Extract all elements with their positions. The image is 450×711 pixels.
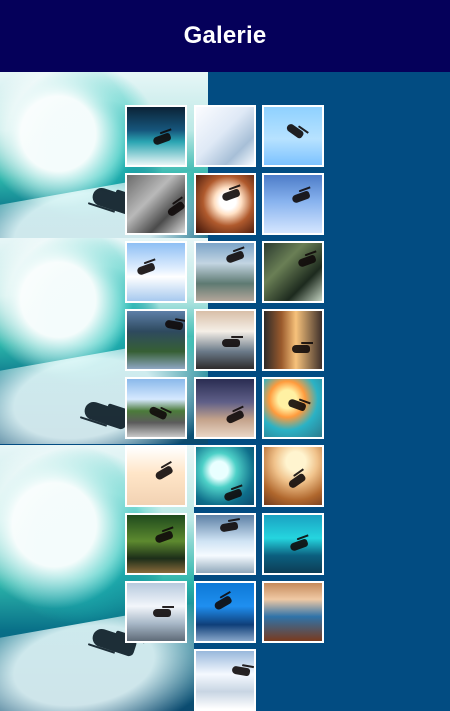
person-icon [221, 188, 241, 202]
gallery-thumbnail[interactable] [125, 513, 187, 575]
page-title: Galerie [183, 22, 267, 49]
app: Galerie [0, 0, 450, 711]
thumbnail-image [127, 379, 185, 437]
gallery-thumbnail[interactable] [194, 445, 256, 507]
gallery-thumbnail[interactable] [262, 377, 324, 439]
thumbnail-image [264, 175, 322, 233]
gallery-thumbnail[interactable] [194, 377, 256, 439]
person-icon [166, 200, 185, 218]
thumbnail-image [127, 515, 185, 573]
person-icon [222, 339, 240, 347]
thumbnail-image [127, 243, 185, 301]
thumbnail-image [264, 379, 322, 437]
gallery-thumbnail[interactable] [262, 105, 324, 167]
person-icon [297, 254, 317, 268]
thumbnail-image [127, 447, 185, 505]
thumbnail-image [127, 583, 185, 641]
person-icon [291, 190, 311, 204]
person-icon [154, 530, 174, 544]
thumbnail-image [127, 175, 185, 233]
person-icon [287, 472, 307, 490]
thumbnail-image [196, 447, 254, 505]
gallery-thumbnail[interactable] [262, 445, 324, 507]
gallery-thumbnail[interactable] [125, 241, 187, 303]
thumbnail-image [196, 107, 254, 165]
thumbnail-image [264, 583, 322, 641]
person-icon [148, 405, 168, 421]
gallery-thumbnail[interactable] [194, 581, 256, 643]
gallery-thumbnail[interactable] [125, 581, 187, 643]
thumbnail-image [127, 311, 185, 369]
person-icon [136, 262, 156, 276]
gallery-thumbnail[interactable] [125, 105, 187, 167]
gallery-thumbnail[interactable] [125, 173, 187, 235]
gallery-thumbnail[interactable] [125, 377, 187, 439]
person-icon [292, 345, 310, 353]
gallery-thumbnail[interactable] [194, 105, 256, 167]
thumbnail-image [196, 243, 254, 301]
person-icon [225, 250, 245, 264]
person-icon [213, 595, 233, 611]
thumbnail-image [196, 311, 254, 369]
person-icon [164, 319, 184, 331]
thumbnail-image [264, 243, 322, 301]
person-icon [287, 398, 307, 412]
person-icon [219, 521, 239, 533]
thumbnail-image [264, 515, 322, 573]
gallery-thumbnail[interactable] [194, 241, 256, 303]
person-icon [225, 409, 245, 425]
person-icon [223, 488, 243, 502]
gallery-thumbnail[interactable] [125, 445, 187, 507]
thumbnail-image [196, 175, 254, 233]
gallery-thumbnail[interactable] [262, 581, 324, 643]
thumbnail-image [264, 311, 322, 369]
person-icon [154, 465, 174, 481]
gallery-thumbnail[interactable] [262, 309, 324, 371]
thumbnail-image [196, 379, 254, 437]
thumbnail-image [127, 107, 185, 165]
person-icon [152, 132, 172, 146]
gallery-thumbnail[interactable] [194, 649, 256, 711]
person-icon [285, 122, 305, 140]
gallery-grid [125, 105, 327, 711]
thumbnail-image [196, 515, 254, 573]
gallery-thumbnail[interactable] [262, 241, 324, 303]
gallery-thumbnail[interactable] [125, 309, 187, 371]
thumbnail-image [264, 107, 322, 165]
gallery-thumbnail[interactable] [262, 513, 324, 575]
thumbnail-image [264, 447, 322, 505]
gallery-thumbnail[interactable] [194, 309, 256, 371]
header-bar: Galerie [0, 0, 450, 72]
gallery-thumbnail[interactable] [262, 173, 324, 235]
thumbnail-image [196, 583, 254, 641]
gallery-thumbnail[interactable] [194, 513, 256, 575]
person-icon [289, 538, 309, 552]
person-icon [153, 609, 171, 617]
gallery-thumbnail[interactable] [194, 173, 256, 235]
person-icon [231, 665, 251, 677]
thumbnail-image [196, 651, 254, 709]
